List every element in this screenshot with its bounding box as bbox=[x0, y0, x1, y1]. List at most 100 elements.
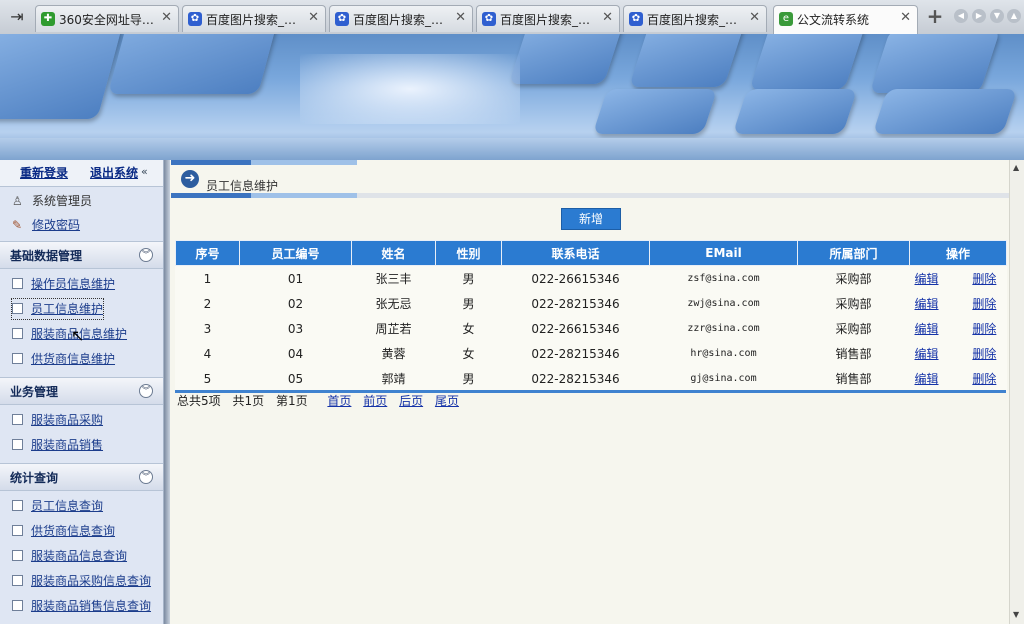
column-header: 联系电话 bbox=[501, 240, 650, 266]
close-tab-icon[interactable]: ✕ bbox=[749, 10, 760, 25]
browser-tab-2[interactable]: ✿ 百度图片搜索_… ✕ bbox=[182, 5, 326, 32]
scroll-tabs-right-icon[interactable]: ▶ bbox=[972, 9, 986, 23]
nav-sales-query[interactable]: 服装商品销售信息查询 bbox=[12, 596, 151, 616]
table-header-row: 序号 员工编号 姓名 性别 联系电话 EMail 所属部门 操作 bbox=[175, 240, 1007, 266]
tab-title: 公文流转系统 bbox=[797, 13, 870, 27]
cell-id: 03 bbox=[287, 321, 304, 336]
page-icon bbox=[12, 328, 23, 339]
browser-tab-1[interactable]: ✚ 360安全网址导… ✕ bbox=[35, 5, 179, 32]
nav-supplier-maintenance[interactable]: 供货商信息维护 bbox=[12, 349, 115, 369]
scroll-up-icon[interactable]: ▲ bbox=[1013, 163, 1019, 172]
column-header: 姓名 bbox=[351, 240, 436, 266]
edit-link[interactable]: 编辑 bbox=[915, 272, 939, 286]
nav-clothing-purchase[interactable]: 服装商品采购 bbox=[12, 410, 103, 430]
current-user: ♙ 系统管理员 bbox=[12, 191, 92, 211]
cell-gender: 男 bbox=[462, 372, 475, 386]
user-name: 系统管理员 bbox=[32, 194, 93, 208]
prev-page-link[interactable]: 前页 bbox=[363, 394, 387, 408]
nav-employee-query[interactable]: 员工信息查询 bbox=[12, 496, 103, 516]
first-page-link[interactable]: 首页 bbox=[327, 394, 351, 408]
cell-name: 张无忌 bbox=[375, 297, 412, 311]
browser-tab-3[interactable]: ✿ 百度图片搜索_… ✕ bbox=[329, 5, 473, 32]
baidu-paw-favicon-icon: ✿ bbox=[335, 12, 349, 26]
tab-title: 360安全网址导… bbox=[59, 13, 154, 27]
close-tab-icon[interactable]: ✕ bbox=[455, 10, 466, 25]
edit-link[interactable]: 编辑 bbox=[915, 372, 939, 386]
page-icon bbox=[12, 439, 23, 450]
section-basic-data[interactable]: 基础数据管理 ︾ bbox=[0, 241, 163, 269]
collapse-section-icon[interactable]: ︾ bbox=[139, 248, 153, 262]
add-employee-button[interactable]: 新增 bbox=[561, 208, 621, 230]
delete-link[interactable]: 删除 bbox=[972, 322, 996, 336]
cell-phone: 022-28215346 bbox=[531, 371, 620, 386]
cell-no: 1 bbox=[203, 271, 212, 286]
edit-link[interactable]: 编辑 bbox=[915, 347, 939, 361]
browser-tab-4[interactable]: ✿ 百度图片搜索_… ✕ bbox=[476, 5, 620, 32]
collapse-section-icon[interactable]: ︾ bbox=[139, 384, 153, 398]
nav-employee-maintenance[interactable]: 员工信息维护 bbox=[10, 298, 105, 320]
cell-email: gj@sina.com bbox=[690, 373, 757, 384]
relogin-link[interactable]: 重新登录 bbox=[20, 164, 68, 181]
delete-link[interactable]: 删除 bbox=[972, 297, 996, 311]
cell-id: 05 bbox=[287, 371, 304, 386]
nav-label: 服装商品采购 bbox=[31, 413, 104, 427]
edit-link[interactable]: 编辑 bbox=[915, 297, 939, 311]
section-statistics[interactable]: 统计查询 ︾ bbox=[0, 463, 163, 491]
browser-tab-bar: ⇥ ✚ 360安全网址导… ✕ ✿ 百度图片搜索_… ✕ ✿ 百度图片搜索_… … bbox=[0, 0, 1024, 35]
collapse-sidebar-icon[interactable]: « bbox=[141, 165, 148, 178]
last-page-link[interactable]: 尾页 bbox=[435, 394, 459, 408]
table-row: 4 04 黄蓉 女 022-28215346 hr@sina.com 销售部 编… bbox=[176, 341, 1007, 366]
cell-actions: 编辑 删除 bbox=[910, 366, 1007, 391]
edit-link[interactable]: 编辑 bbox=[915, 322, 939, 336]
page-icon bbox=[12, 353, 23, 364]
collapse-section-icon[interactable]: ︾ bbox=[139, 470, 153, 484]
new-tab-icon[interactable]: + bbox=[924, 6, 946, 28]
delete-link[interactable]: 删除 bbox=[972, 272, 996, 286]
close-tab-icon[interactable]: ✕ bbox=[900, 10, 911, 25]
nav-label: 员工信息查询 bbox=[31, 499, 104, 513]
nav-label: 员工信息维护 bbox=[31, 302, 104, 316]
tab-title: 百度图片搜索_… bbox=[647, 13, 738, 27]
cell-email: zzr@sina.com bbox=[687, 323, 760, 334]
close-tab-icon[interactable]: ✕ bbox=[308, 10, 319, 25]
close-tab-icon[interactable]: ✕ bbox=[161, 10, 172, 25]
baidu-paw-favicon-icon: ✿ bbox=[629, 12, 643, 26]
vertical-scrollbar[interactable]: ▲ ▼ bbox=[1009, 160, 1024, 624]
close-tab-icon[interactable]: ✕ bbox=[602, 10, 613, 25]
column-header: 所属部门 bbox=[797, 240, 910, 266]
next-page-link[interactable]: 后页 bbox=[399, 394, 423, 408]
delete-link[interactable]: 删除 bbox=[972, 347, 996, 361]
nav-purchase-query[interactable]: 服装商品采购信息查询 bbox=[12, 571, 151, 591]
tab-menu-icon[interactable]: ▲ bbox=[1007, 9, 1021, 23]
table-row: 2 02 张无忌 男 022-28215346 zwj@sina.com 采购部… bbox=[176, 291, 1007, 316]
cell-dept: 采购部 bbox=[835, 322, 872, 336]
browser-tab-active[interactable]: e 公文流转系统 ✕ bbox=[773, 5, 918, 35]
cell-phone: 022-28215346 bbox=[531, 296, 620, 311]
user-icon: ♙ bbox=[12, 194, 23, 208]
tab-navigation-icon[interactable]: ⇥ bbox=[6, 7, 28, 27]
nav-operator-maintenance[interactable]: 操作员信息维护 bbox=[12, 274, 115, 294]
cell-email: hr@sina.com bbox=[690, 348, 757, 359]
column-header: 性别 bbox=[435, 240, 502, 266]
column-header: 序号 bbox=[175, 240, 240, 266]
scroll-down-icon[interactable]: ▼ bbox=[1013, 610, 1019, 619]
page-icon bbox=[12, 575, 23, 586]
section-title: 统计查询 bbox=[10, 471, 59, 485]
tab-list-dropdown-icon[interactable]: ▼ bbox=[990, 9, 1004, 23]
cell-dept: 销售部 bbox=[835, 347, 872, 361]
change-password-link[interactable]: ✎ 修改密码 bbox=[12, 215, 80, 235]
nav-clothing-maintenance[interactable]: 服装商品信息维护 bbox=[12, 324, 127, 344]
scroll-tabs-left-icon[interactable]: ◀ bbox=[954, 9, 968, 23]
nav-clothing-sales[interactable]: 服装商品销售 bbox=[12, 435, 103, 455]
delete-link[interactable]: 删除 bbox=[972, 372, 996, 386]
nav-clothing-query[interactable]: 服装商品信息查询 bbox=[12, 546, 127, 566]
logout-link[interactable]: 退出系统 bbox=[90, 164, 138, 181]
nav-supplier-query[interactable]: 供货商信息查询 bbox=[12, 521, 115, 541]
page-favicon-icon: e bbox=[779, 12, 793, 26]
edit-password-icon: ✎ bbox=[12, 218, 23, 232]
section-business[interactable]: 业务管理 ︾ bbox=[0, 377, 163, 405]
cell-name: 周芷若 bbox=[375, 322, 412, 336]
sidebar-splitter[interactable] bbox=[164, 160, 170, 624]
browser-tab-5[interactable]: ✿ 百度图片搜索_… ✕ bbox=[623, 5, 767, 32]
cell-dept: 销售部 bbox=[835, 372, 872, 386]
